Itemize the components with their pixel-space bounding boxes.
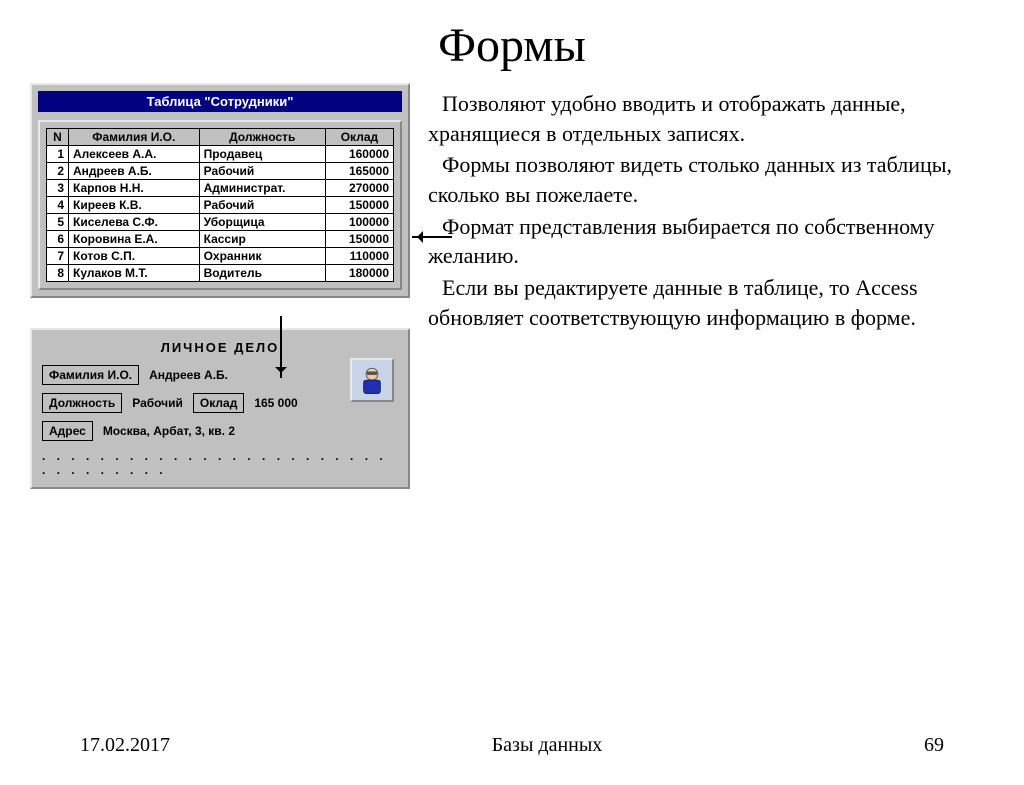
body-text: Позволяют удобно вводить и отображать да… — [428, 83, 994, 489]
value-name: Андреев А.Б. — [149, 368, 228, 382]
para-3: Формат представления выбирается по собст… — [428, 212, 994, 271]
col-n: N — [47, 129, 69, 146]
cell-name: Алексеев А.А. — [69, 146, 200, 163]
col-pos: Должность — [199, 129, 325, 146]
cell-name: Киреев К.В. — [69, 197, 200, 214]
cell-n: 5 — [47, 214, 69, 231]
table-row: 7Котов С.П.Охранник110000 — [47, 248, 394, 265]
value-pos: Рабочий — [132, 396, 183, 410]
footer: 17.02.2017 Базы данных 69 — [0, 734, 1024, 757]
cell-pos: Продавец — [199, 146, 325, 163]
cell-pos: Администрат. — [199, 180, 325, 197]
table-row: 4Киреев К.В.Рабочий150000 — [47, 197, 394, 214]
cell-pos: Водитель — [199, 265, 325, 282]
form-title: ЛИЧНОЕ ДЕЛО — [42, 340, 398, 355]
table-row: 3Карпов Н.Н.Администрат.270000 — [47, 180, 394, 197]
cell-n: 1 — [47, 146, 69, 163]
person-icon — [355, 363, 389, 397]
cell-n: 7 — [47, 248, 69, 265]
cell-n: 2 — [47, 163, 69, 180]
cell-pos: Рабочий — [199, 163, 325, 180]
form-window: ЛИЧНОЕ ДЕЛО Фамилия И.О. Андреев А.Б. До… — [30, 328, 410, 489]
para-2: Формы позволяют видеть столько данных из… — [428, 150, 994, 209]
row-addr: Адрес Москва, Арбат, 3, кв. 2 — [42, 421, 398, 441]
cell-sal: 110000 — [325, 248, 393, 265]
para-4: Если вы редактируете данные в таблице, т… — [428, 273, 994, 332]
slide-title: Формы — [0, 18, 1024, 73]
cell-sal: 100000 — [325, 214, 393, 231]
label-sal: Оклад — [193, 393, 244, 413]
employees-table: N Фамилия И.О. Должность Оклад 1Алексеев… — [46, 128, 394, 282]
value-sal: 165 000 — [254, 396, 297, 410]
arrow-down-icon — [280, 316, 282, 378]
cell-pos: Охранник — [199, 248, 325, 265]
cell-pos: Рабочий — [199, 197, 325, 214]
col-sal: Оклад — [325, 129, 393, 146]
table-row: 2Андреев А.Б.Рабочий165000 — [47, 163, 394, 180]
cell-sal: 150000 — [325, 231, 393, 248]
row-name: Фамилия И.О. Андреев А.Б. — [42, 365, 398, 385]
para-1: Позволяют удобно вводить и отображать да… — [428, 89, 994, 148]
label-addr: Адрес — [42, 421, 93, 441]
cell-n: 6 — [47, 231, 69, 248]
label-pos: Должность — [42, 393, 122, 413]
cell-n: 4 — [47, 197, 69, 214]
value-addr: Москва, Арбат, 3, кв. 2 — [103, 424, 235, 438]
table-row: 5Киселева С.Ф.Уборщица100000 — [47, 214, 394, 231]
cell-sal: 150000 — [325, 197, 393, 214]
cell-pos: Уборщица — [199, 214, 325, 231]
content-row: Таблица "Сотрудники" N Фамилия И.О. Долж… — [0, 83, 1024, 489]
cell-name: Андреев А.Б. — [69, 163, 200, 180]
table-row: 6Коровина Е.А.Кассир150000 — [47, 231, 394, 248]
cell-pos: Кассир — [199, 231, 325, 248]
cell-name: Кулаков М.Т. — [69, 265, 200, 282]
cell-name: Котов С.П. — [69, 248, 200, 265]
table-row: 1Алексеев А.А.Продавец160000 — [47, 146, 394, 163]
cell-name: Карпов Н.Н. — [69, 180, 200, 197]
cell-n: 8 — [47, 265, 69, 282]
row-pos: Должность Рабочий Оклад 165 000 — [42, 393, 398, 413]
table-frame: N Фамилия И.О. Должность Оклад 1Алексеев… — [38, 120, 402, 290]
col-name: Фамилия И.О. — [69, 129, 200, 146]
footer-center: Базы данных — [492, 734, 603, 757]
footer-page: 69 — [924, 734, 944, 757]
table-header-row: N Фамилия И.О. Должность Оклад — [47, 129, 394, 146]
dots-separator: . . . . . . . . . . . . . . . . . . . . … — [42, 449, 398, 477]
table-window: Таблица "Сотрудники" N Фамилия И.О. Долж… — [30, 83, 410, 298]
cell-sal: 165000 — [325, 163, 393, 180]
cell-sal: 270000 — [325, 180, 393, 197]
cell-n: 3 — [47, 180, 69, 197]
left-column: Таблица "Сотрудники" N Фамилия И.О. Долж… — [30, 83, 410, 489]
cell-sal: 180000 — [325, 265, 393, 282]
footer-date: 17.02.2017 — [80, 734, 170, 757]
label-name: Фамилия И.О. — [42, 365, 139, 385]
arrow-left-icon — [412, 236, 452, 238]
cell-name: Коровина Е.А. — [69, 231, 200, 248]
cell-sal: 160000 — [325, 146, 393, 163]
table-row: 8Кулаков М.Т.Водитель180000 — [47, 265, 394, 282]
table-window-title: Таблица "Сотрудники" — [38, 91, 402, 112]
cell-name: Киселева С.Ф. — [69, 214, 200, 231]
avatar — [350, 358, 394, 402]
